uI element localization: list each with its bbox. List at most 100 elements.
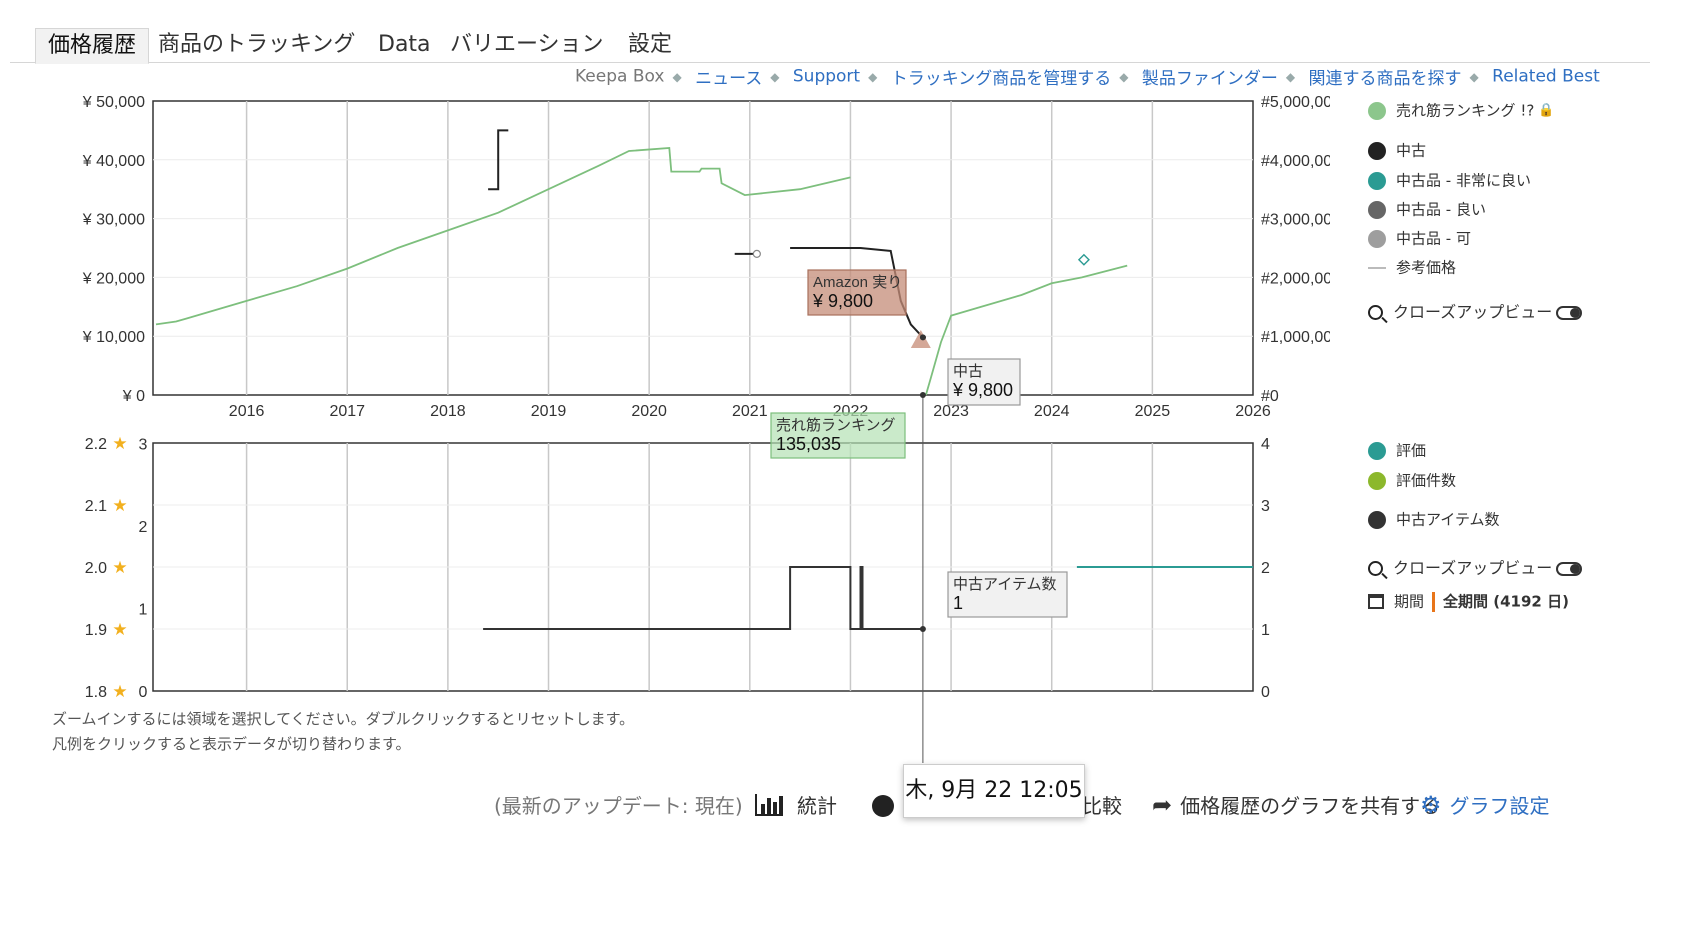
y-right-tick-label: 4: [1261, 436, 1270, 453]
annotation-label: 中古アイテム数: [953, 576, 1057, 593]
y-right-tick-label: 1: [1261, 622, 1270, 639]
y-right-tick-label: #5,000,000: [1261, 95, 1330, 111]
separator-icon: ◆: [1469, 69, 1479, 84]
y-left-tick-label: ¥ 10,000: [82, 329, 145, 346]
separator-icon: ◆: [1119, 69, 1129, 84]
y-right-tick-label: #4,000,000: [1261, 153, 1330, 170]
y-right-tick-label: 3: [1261, 498, 1270, 515]
annotation-label: 売れ筋ランキング: [776, 417, 896, 434]
legend-item-review-count[interactable]: 評価件数: [1368, 470, 1456, 490]
rating-tick-label: 2.2: [85, 436, 107, 453]
stats-button[interactable]: 統計: [755, 790, 837, 819]
link-product-finder[interactable]: 製品ファインダー: [1142, 69, 1278, 89]
legend-item-sales-rank[interactable]: 売れ筋ランキング !? 🔒: [1368, 100, 1554, 120]
x-tick-label: 2016: [229, 403, 265, 420]
star-icon: ★: [112, 682, 127, 701]
y-left-tick-label: ¥ 0: [122, 388, 145, 405]
crosshair-point: [919, 392, 926, 398]
legend-item-used-good[interactable]: 中古品 - 良い: [1368, 199, 1486, 219]
legend-swatch: [1368, 229, 1386, 248]
crosshair-point: [919, 334, 926, 341]
upper-plot-frame: [152, 100, 1254, 396]
legend-swatch: [1368, 441, 1386, 460]
closeup-toggle-top[interactable]: クローズアップビュー: [1368, 302, 1583, 322]
legend-label: 評価: [1396, 441, 1427, 460]
link-related-best[interactable]: Related Best: [1492, 67, 1600, 87]
legend-item-used-acceptable[interactable]: 中古品 - 可: [1368, 228, 1471, 248]
lock-icon: 🔒: [1538, 102, 1555, 118]
link-keepa-box[interactable]: Keepa Box: [575, 67, 664, 87]
annotation-value: ¥ 9,800: [812, 291, 873, 311]
closeup-label: クローズアップビュー: [1393, 302, 1553, 322]
period-label: 期間: [1394, 592, 1425, 611]
legend-item-rating[interactable]: 評価: [1368, 440, 1426, 460]
legend-label: 中古品 - 可: [1396, 229, 1471, 248]
tab-settings[interactable]: 設定: [616, 28, 684, 62]
annotation-value: 1: [953, 593, 963, 613]
legend-swatch: [1368, 200, 1386, 219]
x-tick-label: 2026: [1235, 403, 1271, 420]
tab-variations[interactable]: バリエーション: [438, 28, 616, 62]
toggle-icon: [1556, 561, 1583, 576]
period-selector[interactable]: 期間 全期間 (4192 日): [1368, 591, 1569, 612]
link-manage-tracking[interactable]: トラッキング商品を管理する: [891, 69, 1112, 89]
separator-icon: ◆: [1285, 69, 1296, 84]
x-tick-label: 2024: [1034, 403, 1070, 420]
link-related-products[interactable]: 関連する商品を探す: [1309, 69, 1462, 89]
separator-icon: ◆: [868, 69, 878, 84]
link-news[interactable]: ニュース: [695, 69, 762, 89]
share-button[interactable]: ➦ 価格履歴のグラフを共有する: [1152, 790, 1440, 819]
bar-chart-icon: [755, 793, 783, 816]
y-left-tick-label: ¥ 40,000: [82, 153, 145, 170]
legend-label: 中古品 - 非常に良い: [1396, 171, 1531, 190]
globe-button[interactable]: [872, 792, 894, 817]
closeup-toggle-bottom[interactable]: クローズアップビュー: [1368, 558, 1583, 578]
y-right-tick-label: #1,000,000: [1261, 329, 1330, 346]
count-tick-label: 1: [139, 602, 148, 619]
x-tick-label: 2025: [1135, 403, 1171, 420]
gear-icon: ⚙: [1420, 790, 1442, 819]
search-icon: [1368, 561, 1383, 576]
settings-label: グラフ設定: [1449, 794, 1550, 818]
count-tick-label: 2: [139, 519, 148, 536]
annotation-label: 中古: [953, 363, 983, 380]
stats-label: 統計: [797, 794, 837, 818]
separator-icon: ◆: [770, 69, 780, 84]
star-icon: ★: [112, 558, 127, 577]
y-right-tick-label: 2: [1261, 560, 1270, 577]
x-tick-label: 2020: [631, 403, 667, 420]
annotation-value: 135,035: [776, 434, 841, 454]
legend-label: 評価件数: [1396, 471, 1457, 490]
tab-tracking[interactable]: 商品のトラッキング: [146, 28, 367, 62]
legend-item-used[interactable]: 中古: [1368, 140, 1426, 160]
graph-settings-button[interactable]: ⚙ グラフ設定: [1420, 790, 1550, 819]
y-right-tick-label: #2,000,000: [1261, 270, 1330, 287]
tab-bar: 価格履歴 商品のトラッキング Data バリエーション 設定: [10, 22, 1650, 64]
legend-item-used-very-good[interactable]: 中古品 - 非常に良い: [1368, 170, 1531, 190]
amazon-annotation: Amazon 実り¥ 9,800: [807, 269, 907, 316]
date-tooltip: 木, 9月 22 12:05: [903, 764, 1085, 818]
rating-tick-label: 2.1: [85, 498, 107, 515]
legend-swatch: [1368, 171, 1386, 190]
crosshair-point: [919, 626, 926, 632]
link-support[interactable]: Support: [793, 67, 860, 87]
annotation-label: Amazon 実り: [813, 274, 902, 291]
last-update-text: (最新のアップデート: 現在): [494, 794, 743, 818]
x-tick-label: 2019: [531, 403, 567, 420]
rating-tick-label: 2.0: [85, 560, 107, 577]
share-label: 価格履歴のグラフを共有する: [1180, 794, 1441, 818]
legend-swatch: [1368, 510, 1386, 529]
star-icon: ★: [112, 434, 127, 453]
price-history-chart[interactable]: 2016 2017 2018 2019 2020 2021 2022 2023 2024 2025…: [0, 95, 1330, 765]
legend-item-list-price[interactable]: 参考価格: [1368, 257, 1456, 277]
legend-swatch: [1368, 471, 1386, 490]
used-annotation: 中古¥ 9,800: [947, 358, 1021, 406]
tab-data[interactable]: Data: [366, 28, 443, 62]
x-tick-label: 2021: [732, 403, 768, 420]
tab-price-history[interactable]: 価格履歴: [35, 28, 150, 64]
closeup-label: クローズアップビュー: [1393, 558, 1553, 578]
y-right-tick-label: #3,000,000: [1261, 212, 1330, 229]
legend-label: 参考価格: [1396, 258, 1457, 277]
legend-item-used-count[interactable]: 中古アイテム数: [1368, 509, 1500, 529]
compare-button[interactable]: 比較: [1082, 790, 1122, 819]
